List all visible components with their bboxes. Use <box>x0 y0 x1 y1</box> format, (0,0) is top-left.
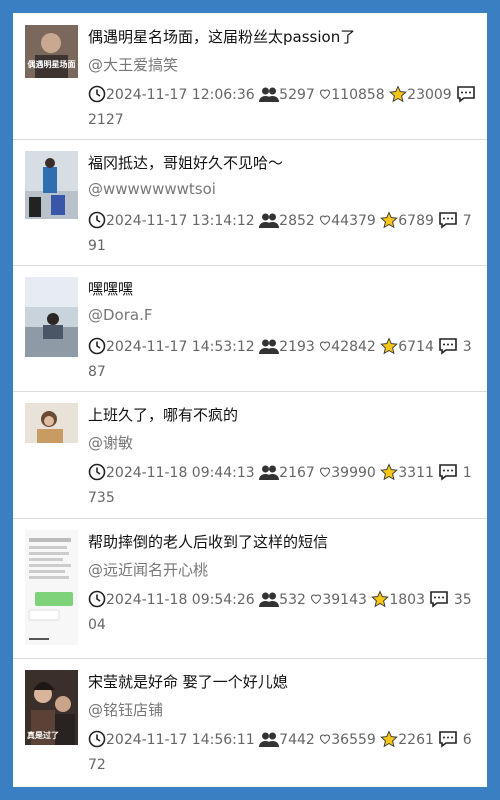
comment-icon <box>439 212 458 229</box>
post-author[interactable]: @大王爱搞笑 <box>88 54 178 75</box>
post-author[interactable]: @远近闻名开心桃 <box>88 559 208 580</box>
post-time: 2024-11-17 12:06:36 <box>106 87 255 103</box>
people-icon <box>259 213 280 228</box>
post-author[interactable]: @wwwwwwwtsoi <box>88 180 216 198</box>
post-title[interactable]: 宋莹就是好命 娶了一个好儿媳 <box>88 671 288 692</box>
heart-icon <box>320 734 331 745</box>
post-title[interactable]: 偶遇明星名场面，这届粉丝太passion了 <box>88 26 355 47</box>
thumbnail-caption: 偶遇明星场面 <box>27 60 76 69</box>
star-icon <box>380 337 399 355</box>
post-author[interactable]: @谢敏 <box>88 432 133 453</box>
star-icon <box>389 85 408 103</box>
favorite-count: 6714 <box>398 339 434 355</box>
viewer-count: 2167 <box>279 465 315 481</box>
comment-icon <box>430 591 449 608</box>
thumbnail-image[interactable] <box>25 530 78 645</box>
viewer-count: 2852 <box>279 213 315 229</box>
heart-icon <box>320 215 331 226</box>
comment-icon <box>439 464 458 481</box>
post-time: 2024-11-17 14:53:12 <box>106 339 255 355</box>
post-time: 2024-11-17 13:14:12 <box>106 213 255 229</box>
post-meta: 2024-11-17 13:14:12 2852 44379 6789 791 <box>88 209 480 259</box>
thumbnail-caption: 真是过了 <box>27 731 59 740</box>
post-meta: 2024-11-17 14:53:12 2193 42842 6714 387 <box>88 335 480 385</box>
post-author[interactable]: @Dora.F <box>88 306 152 324</box>
post-title[interactable]: 上班久了，哪有不疯的 <box>88 404 238 425</box>
thumbnail-image[interactable]: 真是过了 <box>25 670 78 745</box>
favorite-count: 1803 <box>389 592 425 608</box>
favorite-count: 6789 <box>398 213 434 229</box>
thumbnail-image[interactable] <box>25 403 78 443</box>
like-count: 39143 <box>322 592 367 608</box>
comment-icon <box>439 338 458 355</box>
clock-icon <box>88 211 106 229</box>
like-count: 110858 <box>331 87 385 103</box>
heart-icon <box>311 594 322 605</box>
heart-icon <box>320 341 331 352</box>
like-count: 44379 <box>331 213 376 229</box>
post-meta: 2024-11-17 14:56:11 7442 36559 2261 672 <box>88 728 480 778</box>
clock-icon <box>88 730 106 748</box>
list-item[interactable]: 帮助摔倒的老人后收到了这样的短信 @远近闻名开心桃 2024-11-18 09:… <box>13 518 487 659</box>
viewer-count: 7442 <box>279 732 315 748</box>
feed-panel: 偶遇明星场面 偶遇明星名场面，这届粉丝太passion了 @大王爱搞笑 2024… <box>13 13 487 787</box>
comment-count: 2127 <box>88 112 124 128</box>
clock-icon <box>88 590 106 608</box>
list-item[interactable]: 嘿嘿嘿 @Dora.F 2024-11-17 14:53:12 2193 428… <box>13 265 487 392</box>
people-icon <box>259 87 280 102</box>
post-meta: 2024-11-18 09:44:13 2167 39990 3311 1735 <box>88 461 480 511</box>
viewer-count: 2193 <box>279 339 315 355</box>
favorite-count: 3311 <box>398 465 434 481</box>
people-icon <box>259 592 280 607</box>
thumbnail-image[interactable]: 偶遇明星场面 <box>25 25 78 78</box>
post-time: 2024-11-18 09:44:13 <box>106 465 255 481</box>
post-time: 2024-11-18 09:54:26 <box>106 592 255 608</box>
post-title[interactable]: 嘿嘿嘿 <box>88 278 133 299</box>
clock-icon <box>88 337 106 355</box>
post-meta: 2024-11-18 09:54:26 532 39143 1803 3504 <box>88 588 480 638</box>
people-icon <box>259 732 280 747</box>
list-item[interactable]: 上班久了，哪有不疯的 @谢敏 2024-11-18 09:44:13 2167 … <box>13 391 487 519</box>
thumbnail-image[interactable] <box>25 151 78 219</box>
list-item[interactable]: 真是过了 宋莹就是好命 娶了一个好儿媳 @铭钰店铺 2024-11-17 14:… <box>13 658 487 787</box>
post-author[interactable]: @铭钰店铺 <box>88 699 163 720</box>
star-icon <box>380 211 399 229</box>
post-title[interactable]: 福冈抵达，哥姐好久不见哈～ <box>88 152 283 173</box>
post-meta: 2024-11-17 12:06:36 5297 110858 23009 21… <box>88 83 480 133</box>
people-icon <box>259 339 280 354</box>
people-icon <box>259 465 280 480</box>
comment-icon <box>457 86 475 103</box>
favorite-count: 2261 <box>398 732 434 748</box>
star-icon <box>380 730 399 748</box>
star-icon <box>371 590 390 608</box>
like-count: 36559 <box>331 732 376 748</box>
viewer-count: 532 <box>279 592 306 608</box>
star-icon <box>380 463 399 481</box>
post-time: 2024-11-17 14:56:11 <box>106 732 255 748</box>
viewer-count: 5297 <box>279 87 315 103</box>
list-item[interactable]: 偶遇明星场面 偶遇明星名场面，这届粉丝太passion了 @大王爱搞笑 2024… <box>13 13 487 140</box>
heart-icon <box>320 467 331 478</box>
heart-icon <box>320 89 331 100</box>
thumbnail-image[interactable] <box>25 277 78 357</box>
list-item[interactable]: 福冈抵达，哥姐好久不见哈～ @wwwwwwwtsoi 2024-11-17 13… <box>13 139 487 266</box>
like-count: 42842 <box>331 339 376 355</box>
like-count: 39990 <box>331 465 376 481</box>
post-title[interactable]: 帮助摔倒的老人后收到了这样的短信 <box>88 531 328 552</box>
favorite-count: 23009 <box>407 87 452 103</box>
comment-icon <box>439 731 458 748</box>
clock-icon <box>88 85 106 103</box>
clock-icon <box>88 463 106 481</box>
